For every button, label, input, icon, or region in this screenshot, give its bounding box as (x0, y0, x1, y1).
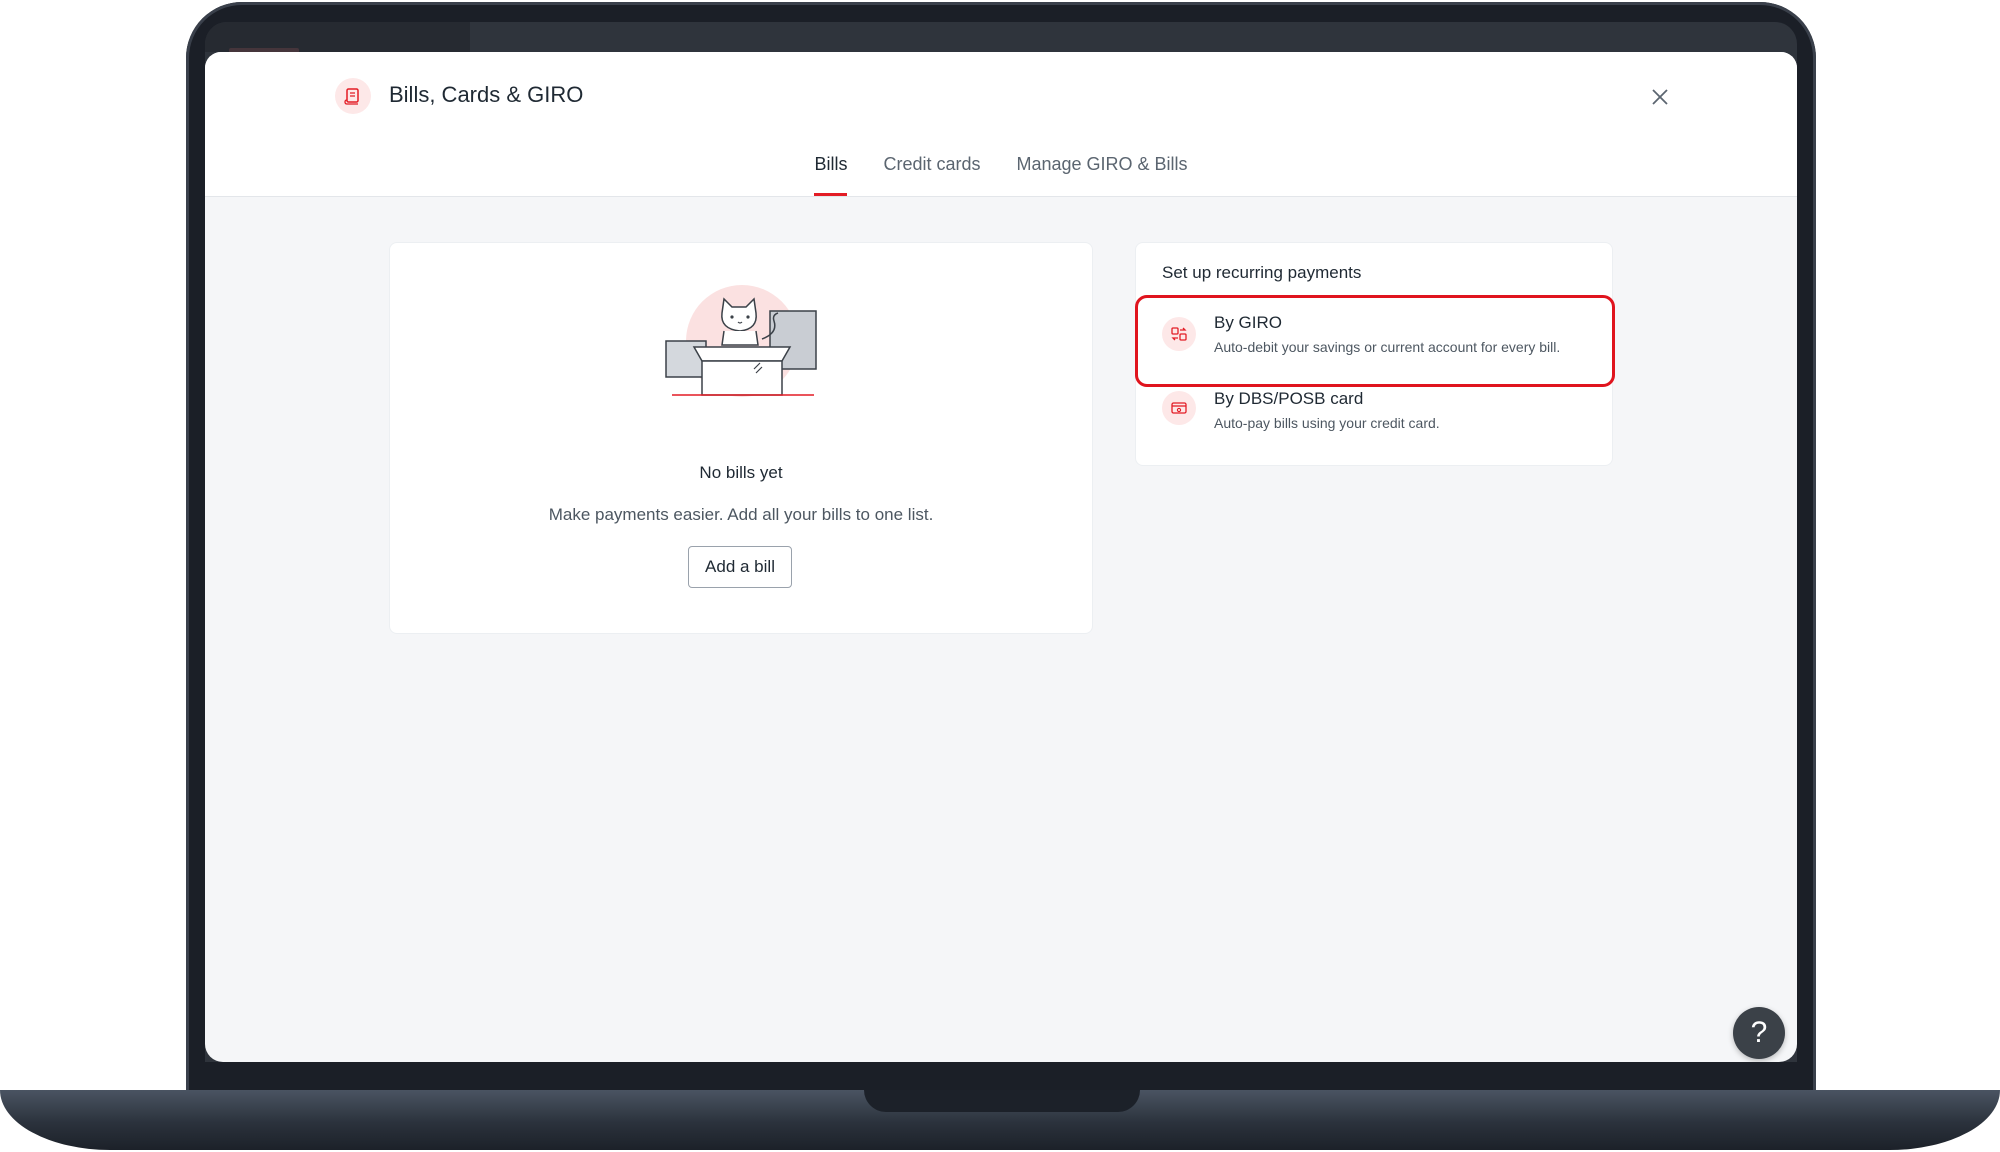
recurring-payments-title: Set up recurring payments (1162, 263, 1362, 282)
tab-bills[interactable]: Bills (814, 150, 848, 196)
help-button[interactable]: ? (1733, 1007, 1785, 1059)
tab-manage-giro-bills[interactable]: Manage GIRO & Bills (1016, 150, 1187, 196)
option-label: By DBS/POSB card (1214, 389, 1364, 408)
background-app-strip (205, 22, 470, 54)
bill-scroll-icon (335, 78, 371, 114)
add-bill-button[interactable]: Add a bill (688, 546, 792, 588)
credit-card-icon (1162, 391, 1196, 425)
empty-state-description: Make payments easier. Add all your bills… (548, 505, 934, 524)
cat-in-box-illustration (665, 285, 817, 397)
tab-credit-cards[interactable]: Credit cards (883, 150, 980, 196)
recurring-payments-card: Set up recurring payments By GIRO Auto-d… (1135, 242, 1613, 466)
modal-header: Bills, Cards & GIRO Bills Credit cards M… (205, 52, 1797, 197)
close-button[interactable] (1645, 82, 1675, 112)
giro-transfer-icon (1162, 317, 1196, 351)
option-label: By GIRO (1214, 313, 1283, 332)
option-description: Auto-pay bills using your credit card. (1214, 415, 1440, 431)
close-icon (1652, 89, 1668, 105)
option-description: Auto-debit your savings or current accou… (1214, 339, 1561, 355)
empty-state-title: No bills yet (699, 463, 783, 482)
tab-bar: Bills Credit cards Manage GIRO & Bills (205, 150, 1797, 196)
bills-cards-giro-modal: Bills, Cards & GIRO Bills Credit cards M… (205, 52, 1797, 1062)
option-by-dbs-posb-card[interactable]: By DBS/POSB card Auto-pay bills using yo… (1136, 385, 1612, 455)
laptop-notch (864, 1090, 1140, 1112)
option-by-giro[interactable]: By GIRO Auto-debit your savings or curre… (1136, 303, 1612, 383)
modal-title: Bills, Cards & GIRO (389, 82, 584, 107)
screen: Bills, Cards & GIRO Bills Credit cards M… (205, 22, 1797, 1062)
bills-empty-card: No bills yet Make payments easier. Add a… (389, 242, 1093, 634)
